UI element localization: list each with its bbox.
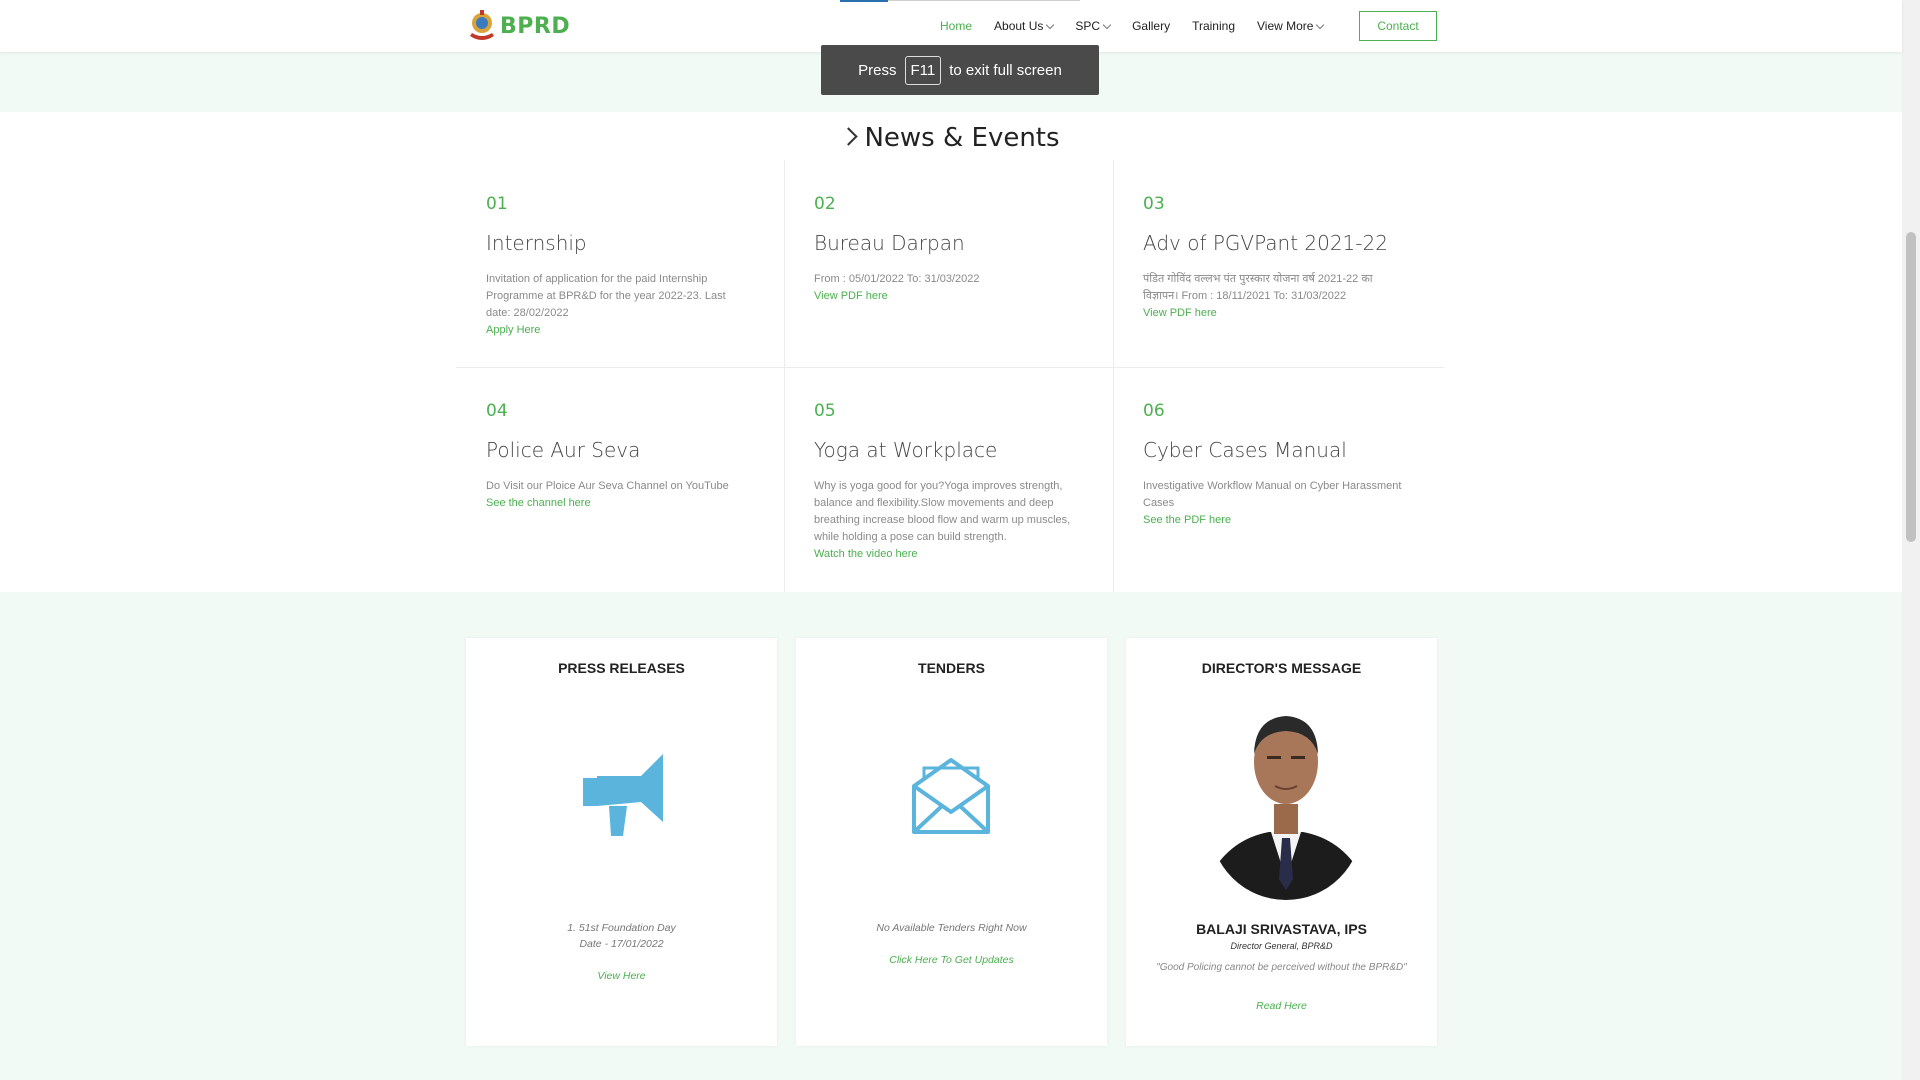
news-item-description: पंडित गोविंद वल्लभ पंत पुरस्कार योजना वर…: [1143, 271, 1408, 322]
director-photo: [1211, 716, 1361, 900]
directors-message-card: DIRECTOR'S MESSAGE BALAJI SRIVASTAVA, IP…: [1126, 638, 1437, 1046]
tab-indicator: [840, 0, 888, 2]
megaphone-icon: [583, 754, 663, 836]
director-name: BALAJI SRIVASTAVA, IPS: [1196, 921, 1367, 937]
chevron-down-icon: [1316, 20, 1325, 29]
news-item-number: 01: [486, 194, 508, 214]
bprd-emblem-icon: [470, 10, 494, 40]
logo-text: BPRD: [500, 13, 571, 39]
toast-text-before: Press: [858, 61, 897, 79]
page-scrollbar[interactable]: [1902, 0, 1920, 1080]
nav-spc[interactable]: SPC: [1075, 19, 1112, 33]
news-item-description: Invitation of application for the paid I…: [486, 271, 751, 339]
card-title: TENDERS: [918, 660, 985, 676]
toast-text-after: to exit full screen: [949, 61, 1062, 79]
press-release-line: 1. 51st Foundation Day: [567, 922, 676, 934]
contact-button[interactable]: Contact: [1359, 11, 1437, 41]
news-item-text: Investigative Workflow Manual on Cyber H…: [1143, 480, 1402, 509]
nav-training[interactable]: Training: [1192, 19, 1235, 33]
news-item-number: 06: [1143, 401, 1165, 421]
news-item-link[interactable]: See the PDF here: [1143, 512, 1408, 529]
scrollbar-thumb[interactable]: [1906, 232, 1916, 542]
news-item: 03 Adv of PGVPant 2021-22 पंडित गोविंद व…: [1113, 160, 1441, 367]
nav-view-more[interactable]: View More: [1257, 19, 1325, 33]
news-item-title: Police Aur Seva: [486, 438, 641, 462]
nav-home-label: Home: [940, 19, 973, 33]
news-item-number: 04: [486, 401, 508, 421]
press-release-date: Date - 17/01/2022: [579, 938, 664, 950]
news-item-text: Do Visit our Ploice Aur Seva Channel on …: [486, 480, 729, 492]
nav-gallery-label: Gallery: [1132, 19, 1171, 33]
news-item-number: 03: [1143, 194, 1165, 214]
toast-key: F11: [904, 55, 942, 85]
chevron-down-icon: [1046, 20, 1055, 29]
news-item-link[interactable]: View PDF here: [814, 288, 1079, 305]
news-grid: 01 Internship Invitation of application …: [456, 160, 1444, 592]
tenders-status: No Available Tenders Right Now: [876, 922, 1027, 934]
director-quote: "Good Policing cannot be perceived witho…: [1156, 962, 1407, 973]
news-item-description: Why is yoga good for you?Yoga improves s…: [814, 478, 1079, 563]
news-item-text: Invitation of application for the paid I…: [486, 273, 726, 319]
news-item-title: Adv of PGVPant 2021-22: [1143, 231, 1388, 255]
nav-about-us[interactable]: About Us: [994, 19, 1055, 33]
nav-about-us-label: About Us: [994, 19, 1044, 33]
card-title: PRESS RELEASES: [558, 660, 685, 676]
news-item-description: Investigative Workflow Manual on Cyber H…: [1143, 478, 1408, 529]
read-here-link[interactable]: Read Here: [1126, 1000, 1437, 1012]
news-item-link[interactable]: Watch the video here: [814, 546, 1079, 563]
news-item-description: Do Visit our Ploice Aur Seva Channel on …: [486, 478, 751, 512]
news-item: 01 Internship Invitation of application …: [456, 160, 784, 367]
news-item-text: पंडित गोविंद वल्लभ पंत पुरस्कार योजना वर…: [1143, 273, 1373, 302]
news-item-text: From : 05/01/2022 To: 31/03/2022: [814, 273, 980, 285]
news-item-title: Bureau Darpan: [814, 231, 965, 255]
chevron-right-icon: [839, 127, 859, 146]
news-item: 04 Police Aur Seva Do Visit our Ploice A…: [456, 367, 784, 574]
site-logo[interactable]: BPRD: [466, 8, 570, 44]
director-role: Director General, BPR&D: [1230, 941, 1333, 951]
news-heading: News & Events: [0, 123, 1902, 153]
news-item: 06 Cyber Cases Manual Investigative Work…: [1113, 367, 1441, 574]
envelope-icon: [912, 758, 990, 834]
news-item-title: Cyber Cases Manual: [1143, 438, 1347, 462]
nav-view-more-label: View More: [1257, 19, 1314, 33]
chevron-down-icon: [1102, 20, 1112, 29]
news-item-text: Why is yoga good for you?Yoga improves s…: [814, 480, 1071, 543]
news-item-description: From : 05/01/2022 To: 31/03/2022 View PDF…: [814, 271, 1079, 305]
view-here-link[interactable]: View Here: [466, 970, 777, 982]
get-updates-link[interactable]: Click Here To Get Updates: [796, 954, 1107, 966]
news-item-link[interactable]: See the channel here: [486, 495, 751, 512]
news-item-number: 02: [814, 194, 836, 214]
news-item-link[interactable]: Apply Here: [486, 322, 751, 339]
news-item-number: 05: [814, 401, 836, 421]
news-item: 02 Bureau Darpan From : 05/01/2022 To: 3…: [784, 160, 1112, 367]
nav-training-label: Training: [1192, 19, 1235, 33]
news-item: 05 Yoga at Workplace Why is yoga good fo…: [784, 367, 1112, 574]
nav-spc-label: SPC: [1075, 19, 1101, 33]
card-title: DIRECTOR'S MESSAGE: [1201, 660, 1362, 676]
press-releases-card: PRESS RELEASES 1. 51st Foundation Day Da…: [466, 638, 777, 1046]
news-item-link[interactable]: View PDF here: [1143, 305, 1408, 322]
news-heading-text: News & Events: [864, 123, 1060, 153]
tenders-card: TENDERS No Available Tenders Right Now C…: [796, 638, 1107, 1046]
news-item-title: Internship: [486, 231, 587, 255]
nav-gallery[interactable]: Gallery: [1132, 19, 1170, 33]
news-item-title: Yoga at Workplace: [814, 438, 998, 462]
fullscreen-toast: Press F11 to exit full screen: [821, 45, 1099, 95]
nav-home[interactable]: Home: [940, 19, 972, 33]
